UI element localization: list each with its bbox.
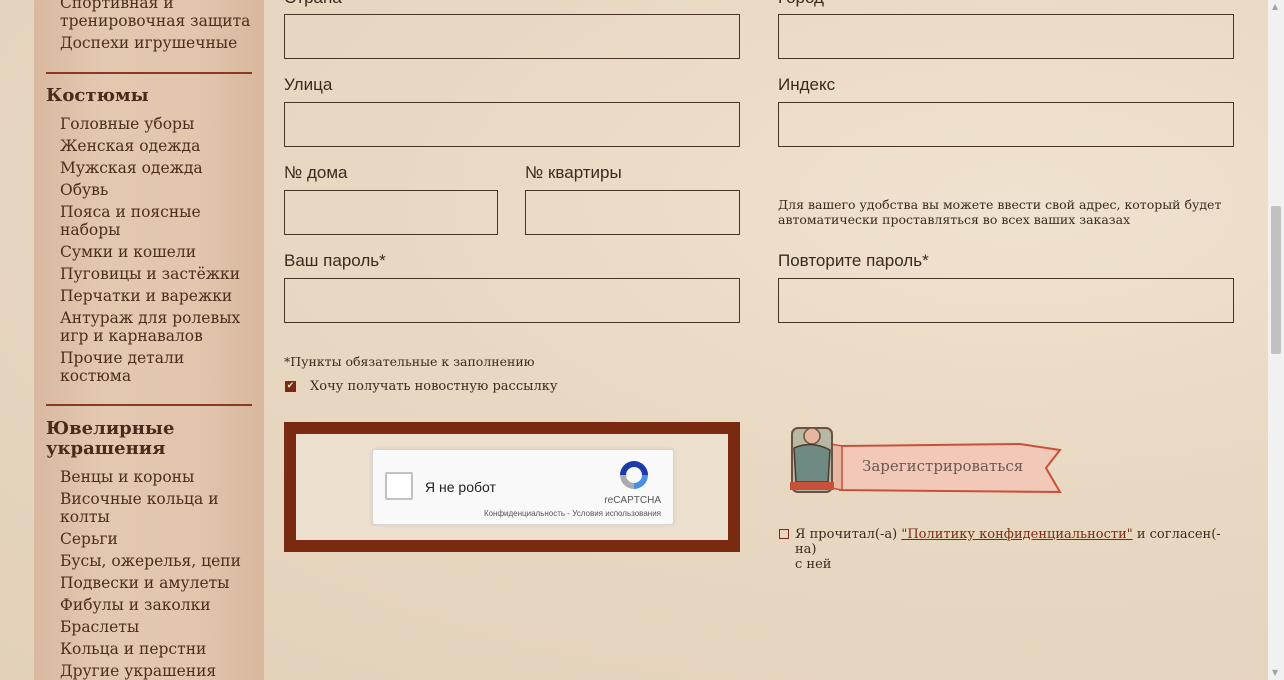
recaptcha-links[interactable]: Конфиденциальность - Условия использован… bbox=[484, 509, 661, 518]
register-button[interactable]: Зарегистрироваться bbox=[780, 420, 1070, 510]
sidebar-item-gloves[interactable]: Перчатки и варежки bbox=[60, 287, 260, 305]
sidebar-item-label: тренировочная защита bbox=[60, 12, 251, 30]
recaptcha-brand: reCAPTCHA bbox=[604, 495, 661, 506]
section-title-costumes[interactable]: Костюмы bbox=[46, 86, 256, 106]
sidebar-item-roleplay-cont[interactable]: игр и карнавалов bbox=[60, 327, 260, 345]
scroll-up-arrow-icon[interactable]: ▲ bbox=[1272, 2, 1278, 11]
sidebar-item-bracelets[interactable]: Браслеты bbox=[60, 618, 260, 636]
address-note-line: автоматически проставляться во всех ваши… bbox=[778, 212, 1131, 227]
sidebar-item-rings[interactable]: Кольца и перстни bbox=[60, 640, 260, 658]
city-input[interactable] bbox=[778, 14, 1234, 59]
apartment-input[interactable] bbox=[525, 190, 740, 235]
sidebar-item-buttons-clasps[interactable]: Пуговицы и застёжки bbox=[60, 265, 260, 283]
index-label: Индекс bbox=[778, 75, 836, 94]
sidebar-item-belts[interactable]: Пояса и поясные bbox=[60, 203, 260, 221]
required-note: *Пункты обязательные к заполнению bbox=[284, 354, 535, 369]
index-input[interactable] bbox=[778, 102, 1234, 147]
scroll-down-arrow-icon[interactable]: ▼ bbox=[1272, 668, 1278, 677]
house-label: № дома bbox=[284, 163, 348, 182]
sidebar-item-necklaces[interactable]: Бусы, ожерелья, цепи bbox=[60, 552, 260, 570]
section-divider bbox=[46, 72, 252, 74]
privacy-text: Я прочитал(-а) "Политику конфиденциально… bbox=[795, 527, 1235, 572]
street-label: Улица bbox=[284, 75, 333, 94]
sidebar-item-other-costume[interactable]: Прочие детали bbox=[60, 349, 260, 367]
city-label: Город bbox=[778, 0, 824, 8]
vertical-scrollbar[interactable]: ▲ ▼ bbox=[1268, 0, 1284, 680]
sidebar-categories: Спортивная и тренировочная защита Доспех… bbox=[34, 0, 264, 680]
sidebar-item-roleplay[interactable]: Антураж для ролевых bbox=[60, 309, 260, 327]
sidebar-item-sports-protection[interactable]: Спортивная и bbox=[60, 0, 260, 12]
sidebar-item-temple-rings[interactable]: Височные кольца и bbox=[60, 490, 260, 508]
privacy-policy-link[interactable]: "Политику конфиденциальности" bbox=[901, 527, 1132, 542]
country-label: Страна bbox=[284, 0, 342, 8]
address-note-line: Для вашего удобства вы можете ввести сво… bbox=[778, 197, 1222, 212]
apartment-label: № квартиры bbox=[525, 163, 622, 182]
captcha-container: Я не робот reCAPTCHA Конфиденциальность … bbox=[296, 434, 728, 540]
register-button-label: Зарегистрироваться bbox=[862, 457, 1024, 475]
sidebar-item-other-costume-cont[interactable]: костюма bbox=[60, 367, 260, 385]
sidebar-item-womens-clothing[interactable]: Женская одежда bbox=[60, 137, 260, 155]
sidebar-item-footwear[interactable]: Обувь bbox=[60, 181, 260, 199]
privacy-line2: с ней bbox=[795, 557, 832, 572]
password-label: Ваш пароль* bbox=[284, 251, 386, 270]
sidebar-item-belts-cont[interactable]: наборы bbox=[60, 221, 260, 239]
newsletter-checkbox[interactable]: ✔ bbox=[285, 381, 296, 392]
sidebar-item-mens-clothing[interactable]: Мужская одежда bbox=[60, 159, 260, 177]
recaptcha-widget: Я не робот reCAPTCHA Конфиденциальность … bbox=[372, 449, 674, 525]
sidebar-item-other-jewelry[interactable]: Другие украшения bbox=[60, 662, 260, 680]
sidebar-item-crowns[interactable]: Венцы и короны bbox=[60, 468, 260, 486]
section-divider bbox=[46, 404, 252, 406]
sidebar-item-label: Доспехи игрушечные bbox=[60, 34, 238, 52]
newsletter-label[interactable]: Хочу получать новостную рассылку bbox=[310, 379, 558, 394]
sidebar-item-sports-protection-cont[interactable]: тренировочная защита bbox=[60, 12, 260, 30]
sidebar-item-label: Спортивная и bbox=[60, 0, 174, 12]
section-title-jewelry-cont[interactable]: украшения bbox=[46, 439, 256, 459]
street-input[interactable] bbox=[284, 102, 740, 147]
recaptcha-label: Я не робот bbox=[425, 479, 496, 495]
house-input[interactable] bbox=[284, 190, 498, 235]
password-repeat-input[interactable] bbox=[778, 278, 1234, 323]
password-input[interactable] bbox=[284, 278, 740, 323]
sidebar-item-temple-rings-cont[interactable]: колты bbox=[60, 508, 260, 526]
section-title-jewelry[interactable]: Ювелирные bbox=[46, 419, 256, 439]
sidebar-item-earrings[interactable]: Серьги bbox=[60, 530, 260, 548]
country-input[interactable] bbox=[284, 14, 740, 59]
captcha-frame: Я не робот reCAPTCHA Конфиденциальность … bbox=[284, 422, 740, 552]
privacy-checkbox[interactable] bbox=[779, 529, 789, 539]
sidebar-item-fibulae[interactable]: Фибулы и заколки bbox=[60, 596, 260, 614]
sidebar-item-toy-armor[interactable]: Доспехи игрушечные bbox=[60, 34, 260, 52]
sidebar-item-bags[interactable]: Сумки и кошели bbox=[60, 243, 260, 261]
address-note: Для вашего удобства вы можете ввести сво… bbox=[778, 197, 1238, 227]
scrollbar-thumb[interactable] bbox=[1271, 206, 1281, 354]
recaptcha-logo-icon bbox=[620, 461, 648, 489]
recaptcha-checkbox[interactable] bbox=[385, 472, 413, 500]
sidebar-item-headwear[interactable]: Головные уборы bbox=[60, 115, 260, 133]
sidebar-item-pendants[interactable]: Подвески и амулеты bbox=[60, 574, 260, 592]
privacy-prefix: Я прочитал(-а) bbox=[795, 527, 898, 542]
password-repeat-label: Повторите пароль* bbox=[778, 251, 929, 270]
